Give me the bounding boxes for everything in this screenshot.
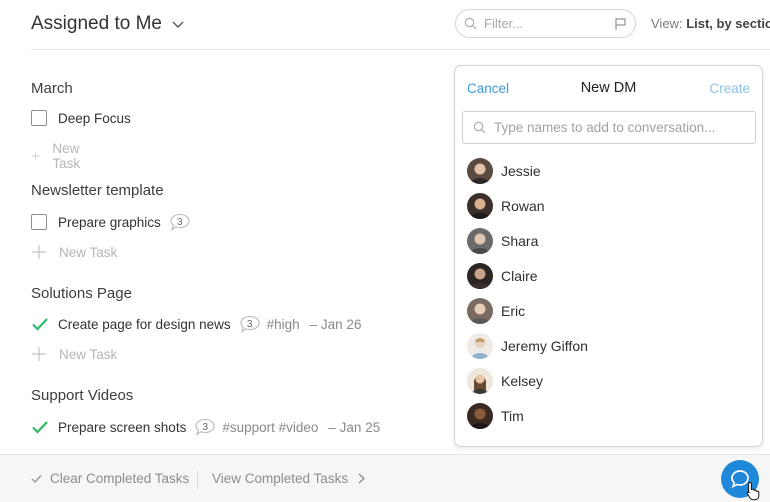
page-title: Assigned to Me <box>31 13 162 34</box>
task-row[interactable]: Create page for design news 3 #high – Ja… <box>31 315 361 333</box>
new-task-button[interactable]: New Task <box>31 141 87 171</box>
plus-icon <box>31 151 40 161</box>
avatar-image <box>470 268 490 289</box>
avatar <box>467 263 493 289</box>
task-row[interactable]: Deep Focus <box>31 110 131 126</box>
checkmark-icon[interactable] <box>31 419 49 435</box>
person-item-rowan[interactable]: Rowan <box>467 193 545 219</box>
person-name: Shara <box>501 233 539 249</box>
person-name: Tim <box>501 408 524 424</box>
comment-count: 3 <box>177 216 183 228</box>
section-march: March Deep Focus New Task <box>31 80 131 171</box>
flag-icon[interactable] <box>614 17 627 31</box>
new-task-label: New Task <box>59 244 118 260</box>
avatar <box>467 368 493 394</box>
avatar-image <box>470 198 490 219</box>
plus-icon <box>32 245 46 259</box>
section-title[interactable]: Solutions Page <box>31 285 132 302</box>
create-button[interactable]: Create <box>709 81 750 96</box>
task-name[interactable]: Create page for design news <box>58 317 231 332</box>
section-solutions-page: Solutions Page Create page for design ne… <box>31 285 361 362</box>
person-name: Kelsey <box>501 373 544 389</box>
person-item-jessie[interactable]: Jessie <box>467 158 541 184</box>
hand-cursor-icon <box>746 481 760 501</box>
page-title-dropdown[interactable]: Assigned to Me <box>31 13 184 35</box>
task-due-date: – Jan 25 <box>328 419 381 435</box>
person-name: Claire <box>501 268 538 284</box>
avatar-image <box>471 338 489 359</box>
avatar <box>467 298 493 324</box>
person-name: Jessie <box>501 163 541 179</box>
section-title[interactable]: Newsletter template <box>31 182 164 199</box>
section-newsletter-template: Newsletter template Prepare graphics 3 N… <box>31 182 190 260</box>
task-name[interactable]: Prepare screen shots <box>58 420 186 435</box>
task-row[interactable]: Prepare graphics 3 <box>31 213 191 231</box>
view-selector[interactable]: View: List, by section <box>651 16 770 31</box>
task-tags[interactable]: #support #video <box>222 420 318 435</box>
comment-count: 3 <box>246 318 253 330</box>
avatar-image <box>472 374 488 394</box>
person-name: Eric <box>501 303 526 319</box>
comment-count-badge[interactable]: 3 <box>239 315 261 333</box>
section-support-videos: Support Videos Prepare screen shots 3 #s… <box>31 387 380 436</box>
new-dm-panel: Cancel New DM Create Type names to add t… <box>454 65 763 447</box>
header: Assigned to Me Filter... View: List, by … <box>0 0 770 50</box>
clear-completed-tasks-button[interactable]: Clear Completed Tasks <box>31 471 189 486</box>
task-name[interactable]: Prepare graphics <box>58 215 161 230</box>
task-checkbox[interactable] <box>31 214 47 230</box>
section-title[interactable]: March <box>31 80 73 97</box>
new-task-button[interactable]: New Task <box>31 244 117 260</box>
person-item-claire[interactable]: Claire <box>467 263 538 289</box>
avatar-image <box>470 408 490 429</box>
person-item-tim[interactable]: Tim <box>467 403 524 429</box>
avatar <box>467 228 493 254</box>
header-divider <box>31 49 770 50</box>
view-completed-tasks-button[interactable]: View Completed Tasks <box>212 471 366 486</box>
task-name[interactable]: Deep Focus <box>58 111 131 126</box>
chevron-right-icon <box>358 473 366 484</box>
avatar <box>467 158 493 184</box>
view-completed-label: View Completed Tasks <box>212 471 349 486</box>
person-item-kelsey[interactable]: Kelsey <box>467 368 543 394</box>
bottom-bar: Clear Completed Tasks View Completed Tas… <box>0 454 770 502</box>
comment-count-badge[interactable]: 3 <box>169 213 191 231</box>
avatar-image <box>470 303 490 324</box>
search-icon <box>473 121 486 134</box>
chevron-down-icon <box>172 21 184 28</box>
section-title[interactable]: Support Videos <box>31 387 133 404</box>
avatar <box>467 193 493 219</box>
view-prefix: View: <box>651 16 683 31</box>
comment-count-badge[interactable]: 3 <box>194 418 216 436</box>
task-tags[interactable]: #high <box>267 317 300 332</box>
dm-search-input[interactable]: Type names to add to conversation... <box>462 111 756 144</box>
search-icon <box>464 17 477 30</box>
new-task-label: New Task <box>52 141 81 171</box>
avatar-image <box>470 233 490 254</box>
clear-completed-label: Clear Completed Tasks <box>50 471 190 486</box>
checkmark-icon[interactable] <box>31 316 49 332</box>
task-row[interactable]: Prepare screen shots 3 #support #video –… <box>31 418 380 436</box>
new-task-button[interactable]: New Task <box>31 346 117 362</box>
checkmark-icon <box>31 474 42 483</box>
plus-icon <box>32 347 46 361</box>
task-due-date: – Jan 26 <box>309 316 362 332</box>
person-name: Jeremy Giffon <box>501 338 588 354</box>
task-checkbox[interactable] <box>31 110 47 126</box>
person-item-shara[interactable]: Shara <box>467 228 538 254</box>
view-value: List, by section <box>686 16 770 31</box>
filter-placeholder: Filter... <box>484 16 524 31</box>
divider <box>197 471 198 489</box>
person-name: Rowan <box>501 198 545 214</box>
person-item-eric[interactable]: Eric <box>467 298 525 324</box>
avatar <box>467 403 493 429</box>
comment-count: 3 <box>202 421 209 433</box>
filter-input[interactable]: Filter... <box>455 9 636 38</box>
person-item-jeremy-giffon[interactable]: Jeremy Giffon <box>467 333 588 359</box>
avatar <box>467 333 493 359</box>
new-task-label: New Task <box>59 346 118 362</box>
dm-search-placeholder: Type names to add to conversation... <box>494 120 716 135</box>
avatar-image <box>470 163 490 184</box>
